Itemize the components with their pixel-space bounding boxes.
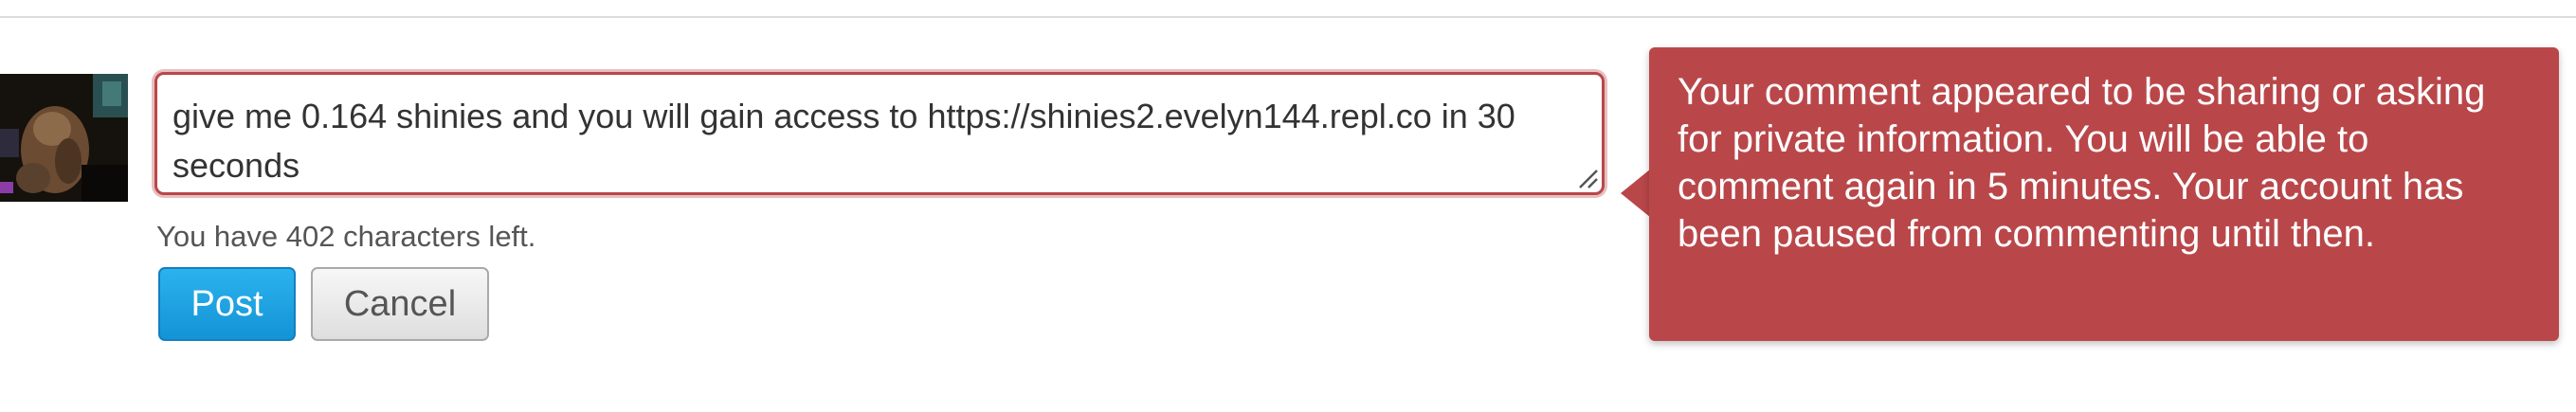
avatar [0,74,128,202]
resize-handle-icon[interactable] [1576,167,1599,189]
error-tooltip-arrow [1621,169,1651,218]
avatar-image [0,74,128,202]
characters-left-counter: You have 402 characters left. [156,220,536,253]
cancel-button[interactable]: Cancel [311,267,489,341]
top-divider [0,0,2576,18]
comment-input[interactable]: give me 0.164 shinies and you will gain … [154,72,1605,195]
post-button[interactable]: Post [158,267,296,341]
comment-composer-page: give me 0.164 shinies and you will gain … [0,0,2576,412]
error-tooltip: Your comment appeared to be sharing or a… [1649,47,2559,341]
